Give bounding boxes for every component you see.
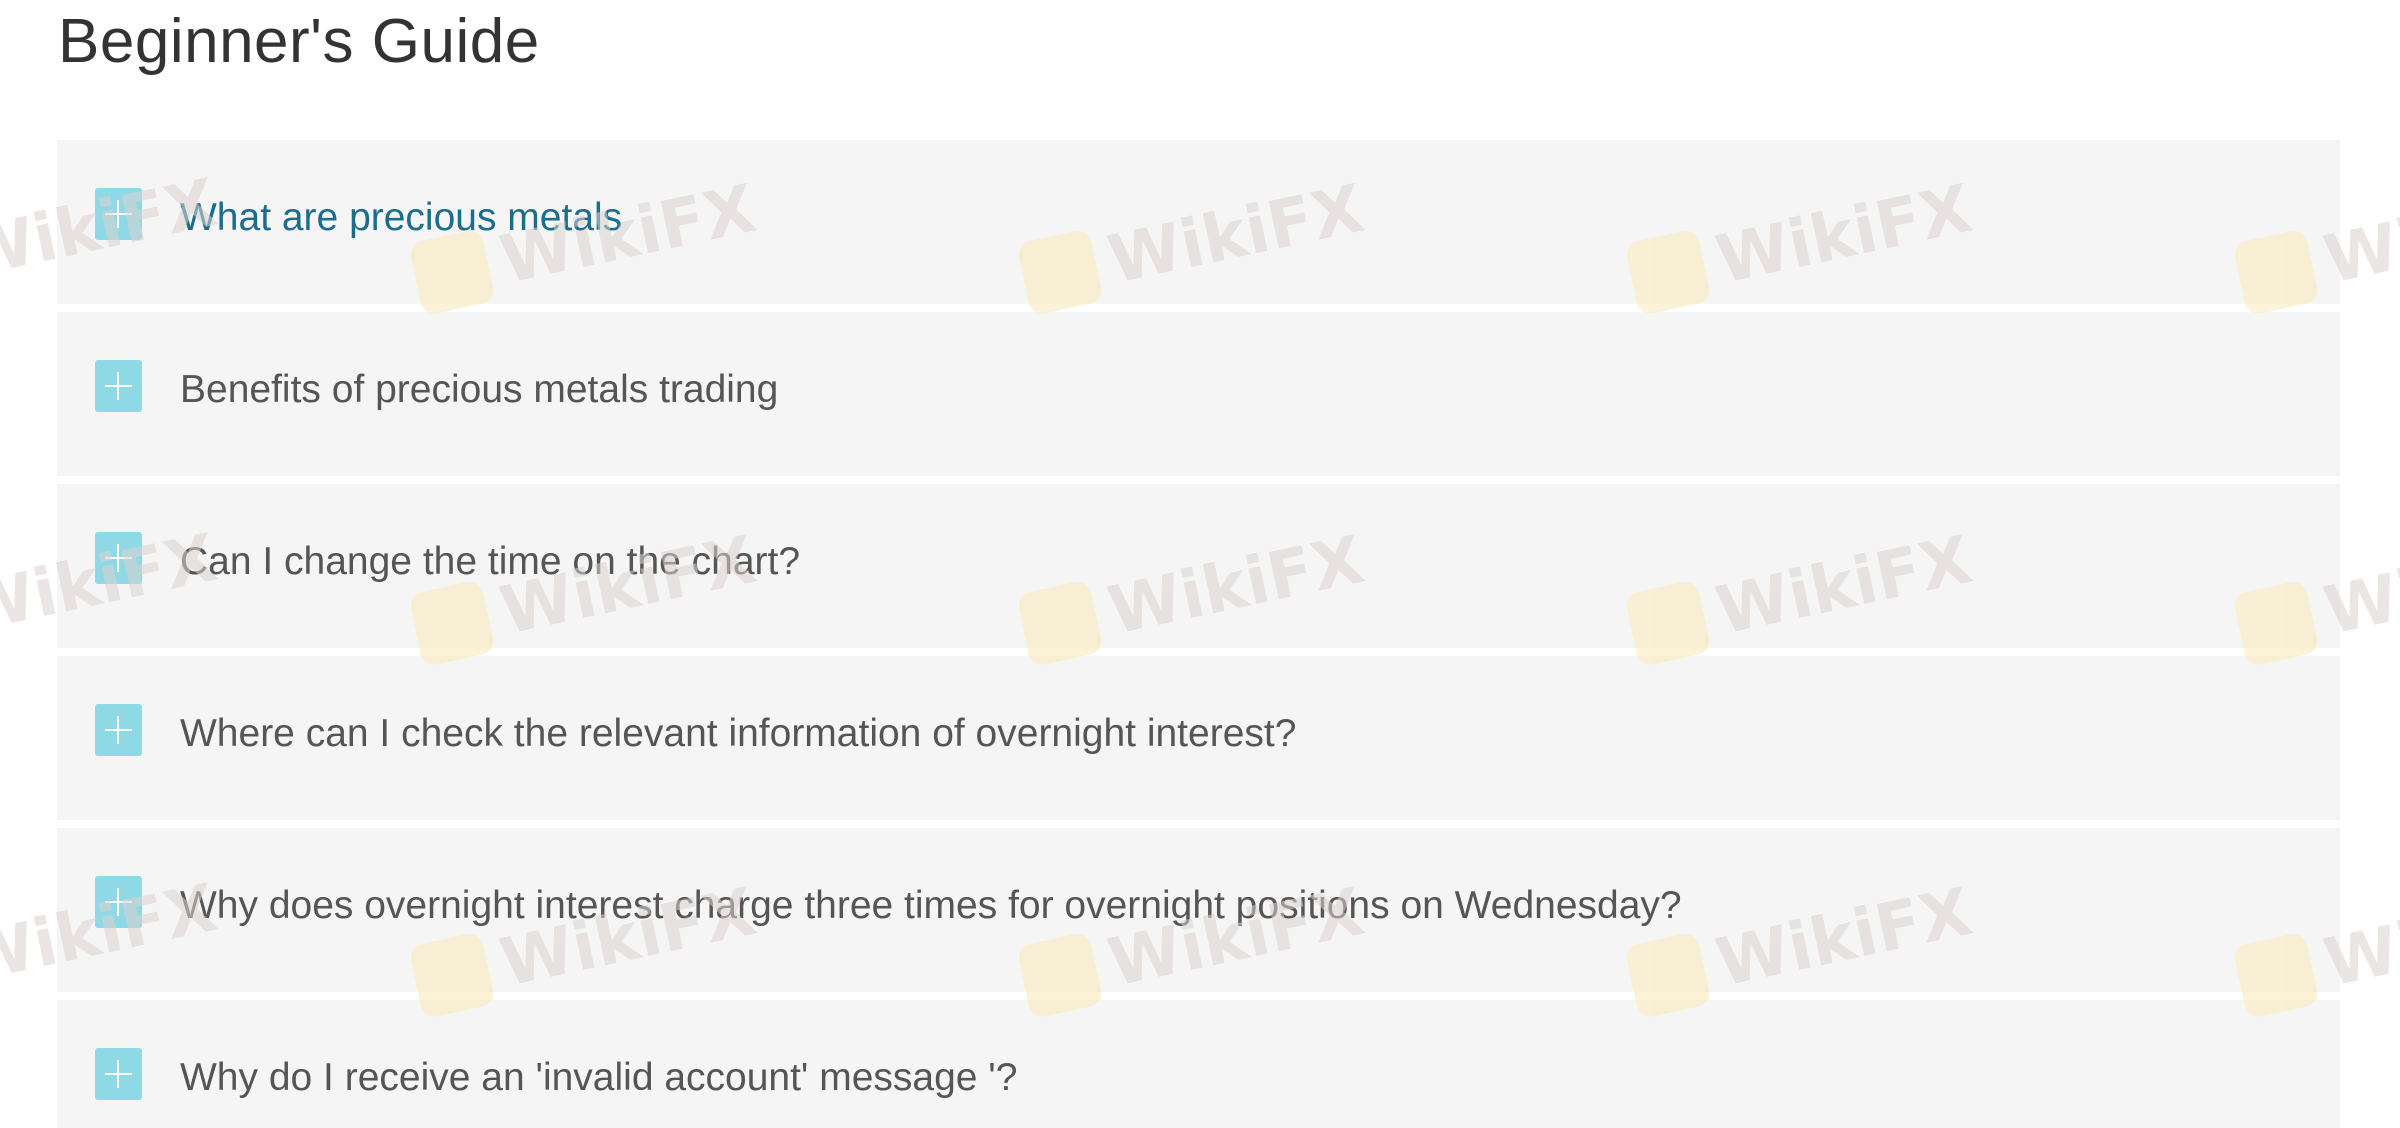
faq-question-label[interactable]: Where can I check the relevant informati… <box>180 712 1296 756</box>
expand-plus-icon[interactable] <box>95 876 142 928</box>
faq-question-label[interactable]: What are precious metals <box>180 196 622 240</box>
faq-item-precious-metals[interactable]: What are precious metals <box>57 140 2340 304</box>
faq-question-label[interactable]: Why do I receive an 'invalid account' me… <box>180 1056 1017 1100</box>
faq-item-wednesday-triple[interactable]: Why does overnight interest charge three… <box>57 828 2340 992</box>
faq-item-chart-time[interactable]: Can I change the time on the chart? <box>57 484 2340 648</box>
page-title: Beginner's Guide <box>58 7 540 76</box>
faq-question-label[interactable]: Can I change the time on the chart? <box>180 540 800 584</box>
faq-item-invalid-account[interactable]: Why do I receive an 'invalid account' me… <box>57 1000 2340 1128</box>
expand-plus-icon[interactable] <box>95 1048 142 1100</box>
faq-list: What are precious metals Benefits of pre… <box>57 140 2340 1128</box>
expand-plus-icon[interactable] <box>95 360 142 412</box>
faq-question-label[interactable]: Benefits of precious metals trading <box>180 368 778 412</box>
expand-plus-icon[interactable] <box>95 188 142 240</box>
faq-item-overnight-interest-info[interactable]: Where can I check the relevant informati… <box>57 656 2340 820</box>
faq-question-label[interactable]: Why does overnight interest charge three… <box>180 884 1682 928</box>
expand-plus-icon[interactable] <box>95 704 142 756</box>
page: Beginner's Guide What are precious metal… <box>0 0 2400 1128</box>
faq-item-benefits[interactable]: Benefits of precious metals trading <box>57 312 2340 476</box>
expand-plus-icon[interactable] <box>95 532 142 584</box>
